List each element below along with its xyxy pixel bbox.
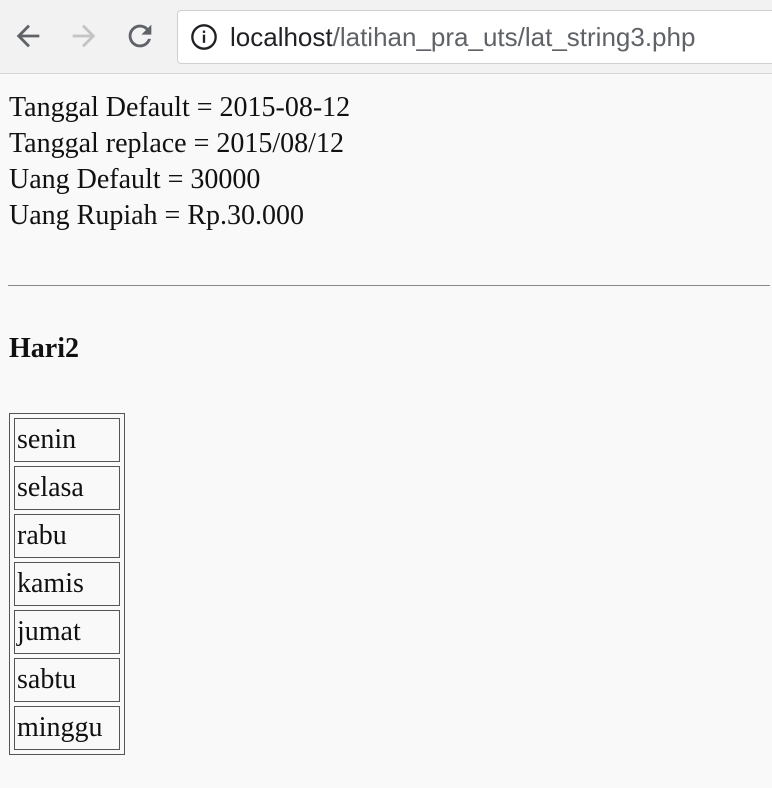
url-text[interactable]: localhost/latihan_pra_uts/lat_string3.ph… — [230, 22, 695, 52]
table-cell: senin — [14, 418, 120, 462]
table-row: selasa — [14, 466, 120, 510]
table-row: minggu — [14, 706, 120, 750]
output-line-tanggal-default: Tanggal Default = 2015-08-12 — [9, 92, 351, 123]
reload-icon — [128, 24, 152, 48]
reload-button[interactable] — [118, 14, 162, 58]
table-row: senin — [14, 418, 120, 462]
table-row: sabtu — [14, 658, 120, 702]
table-cell: sabtu — [14, 658, 120, 702]
output-line-uang-rupiah: Uang Rupiah = Rp.30.000 — [9, 200, 304, 231]
forward-button[interactable] — [62, 14, 106, 58]
table-cell: selasa — [14, 466, 120, 510]
table-row: rabu — [14, 514, 120, 558]
table-row: jumat — [14, 610, 120, 654]
page-content: Tanggal Default = 2015-08-12 Tanggal rep… — [0, 74, 772, 788]
output-line-tanggal-replace: Tanggal replace = 2015/08/12 — [9, 128, 344, 159]
info-icon[interactable] — [190, 23, 218, 51]
table-row: kamis — [14, 562, 120, 606]
table-cell: kamis — [14, 562, 120, 606]
section-heading: Hari2 — [9, 333, 79, 364]
back-button[interactable] — [6, 14, 50, 58]
days-table: senin selasa rabu kamis jumat sabtu ming… — [9, 413, 125, 755]
url-host: localhost — [230, 22, 333, 52]
horizontal-rule — [8, 285, 770, 286]
output-line-uang-default: Uang Default = 30000 — [9, 164, 261, 195]
address-bar[interactable]: localhost/latihan_pra_uts/lat_string3.ph… — [177, 10, 772, 64]
arrow-right-icon — [72, 24, 96, 48]
table-cell: minggu — [14, 706, 120, 750]
url-path: /latihan_pra_uts/lat_string3.php — [332, 22, 696, 52]
arrow-left-icon — [16, 24, 40, 48]
table-cell: rabu — [14, 514, 120, 558]
browser-toolbar: localhost/latihan_pra_uts/lat_string3.ph… — [0, 0, 772, 74]
output-lines: Tanggal Default = 2015-08-12 Tanggal rep… — [9, 90, 350, 234]
table-cell: jumat — [14, 610, 120, 654]
